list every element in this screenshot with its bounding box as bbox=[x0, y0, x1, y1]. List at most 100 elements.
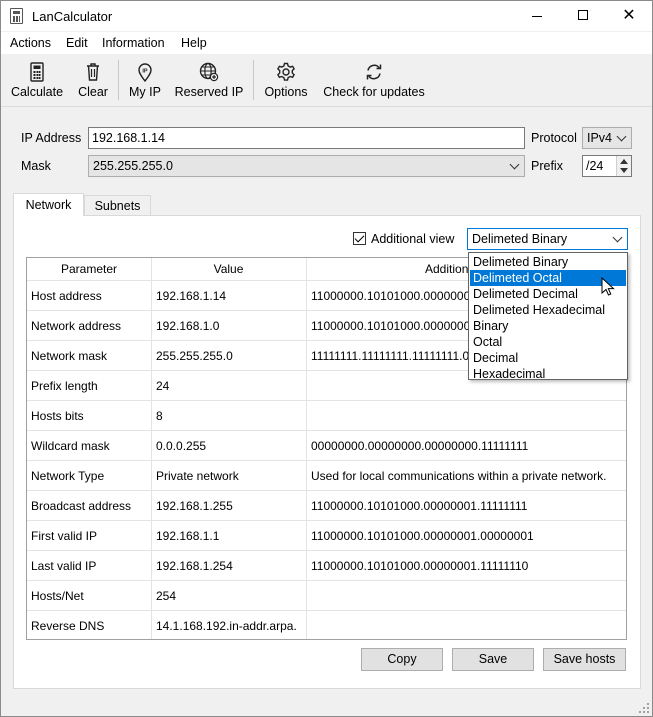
cell-parameter[interactable]: Last valid IP bbox=[31, 559, 96, 573]
additional-view-select[interactable]: Delimeted Binary bbox=[467, 228, 628, 250]
cell-additional[interactable]: 11111111.11111111.11111111.0 bbox=[311, 349, 469, 363]
tab-subnets[interactable]: Subnets bbox=[84, 195, 151, 216]
cell-parameter[interactable]: Reverse DNS bbox=[31, 619, 104, 633]
app-window: LanCalculator ✕ Actions Edit Information… bbox=[0, 0, 653, 717]
resize-grip-icon[interactable] bbox=[639, 703, 649, 713]
toolbar-separator bbox=[253, 60, 254, 100]
additional-view-value: Delimeted Binary bbox=[472, 232, 568, 246]
cell-additional[interactable]: 11000000.10101000.00000001.11111111 bbox=[311, 499, 527, 513]
cell-parameter[interactable]: Host address bbox=[31, 289, 102, 303]
prefix-value: /24 bbox=[586, 159, 604, 173]
tab-network[interactable]: Network bbox=[13, 193, 84, 216]
svg-text:IP: IP bbox=[142, 69, 148, 75]
maximize-icon bbox=[578, 10, 588, 20]
chevron-down-icon bbox=[509, 159, 520, 170]
row-divider bbox=[27, 490, 626, 491]
ip-address-label: IP Address bbox=[21, 131, 82, 145]
dropdown-option[interactable]: Octal bbox=[470, 334, 626, 350]
save-hosts-button[interactable]: Save hosts bbox=[543, 648, 626, 671]
clear-button[interactable]: Clear bbox=[73, 57, 113, 103]
cell-additional[interactable]: 11000000.10101000.00000001.0 bbox=[311, 289, 487, 303]
spin-up-icon[interactable] bbox=[620, 159, 628, 164]
trash-icon bbox=[87, 63, 99, 81]
cell-value[interactable]: 254 bbox=[156, 589, 176, 603]
reserved-ip-label: Reserved IP bbox=[174, 85, 244, 99]
cell-parameter[interactable]: Wildcard mask bbox=[31, 439, 110, 453]
clear-label: Clear bbox=[78, 85, 108, 99]
cell-additional[interactable]: 11000000.10101000.00000001.0 bbox=[311, 319, 487, 333]
menu-edit[interactable]: Edit bbox=[66, 36, 88, 50]
cell-additional[interactable]: 11000000.10101000.00000001.11111110 bbox=[311, 559, 528, 573]
cell-parameter[interactable]: Network Type bbox=[31, 469, 104, 483]
mouse-cursor-icon bbox=[601, 277, 615, 296]
ip-address-input[interactable]: 192.168.1.14 bbox=[88, 127, 525, 149]
maximize-button[interactable] bbox=[560, 1, 606, 31]
cell-parameter[interactable]: Prefix length bbox=[31, 379, 98, 393]
window-title: LanCalculator bbox=[32, 9, 113, 24]
menu-information[interactable]: Information bbox=[102, 36, 165, 50]
dropdown-option[interactable]: Delimeted Hexadecimal bbox=[470, 302, 626, 318]
cell-value[interactable]: 192.168.1.1 bbox=[156, 529, 219, 543]
protocol-select[interactable]: IPv4 bbox=[582, 127, 632, 149]
chevron-down-icon bbox=[612, 232, 623, 243]
column-divider bbox=[306, 258, 307, 639]
column-header-parameter[interactable]: Parameter bbox=[27, 262, 151, 276]
row-divider bbox=[27, 520, 626, 521]
location-pin-icon: IP bbox=[138, 63, 152, 83]
minimize-icon bbox=[532, 16, 542, 17]
row-divider bbox=[27, 580, 626, 581]
cell-value[interactable]: 255.255.255.0 bbox=[156, 349, 233, 363]
toolbar-separator bbox=[118, 60, 119, 100]
calculator-app-icon bbox=[10, 8, 23, 24]
close-button[interactable]: ✕ bbox=[606, 1, 652, 31]
row-divider bbox=[27, 430, 626, 431]
my-ip-button[interactable]: IP My IP bbox=[124, 57, 166, 103]
cell-value[interactable]: 8 bbox=[156, 409, 163, 423]
cell-additional[interactable]: 11000000.10101000.00000001.00000001 bbox=[311, 529, 534, 543]
cell-additional[interactable]: 00000000.00000000.00000000.11111111 bbox=[311, 439, 528, 453]
spin-down-icon[interactable] bbox=[620, 168, 628, 173]
additional-view-checkbox[interactable] bbox=[353, 232, 366, 245]
dropdown-option[interactable]: Decimal bbox=[470, 350, 626, 366]
cell-value[interactable]: 14.1.168.192.in-addr.arpa. bbox=[156, 619, 297, 633]
cell-parameter[interactable]: First valid IP bbox=[31, 529, 97, 543]
chevron-down-icon bbox=[616, 131, 627, 142]
minimize-button[interactable] bbox=[514, 1, 560, 31]
cell-parameter[interactable]: Broadcast address bbox=[31, 499, 131, 513]
calculate-label: Calculate bbox=[10, 85, 64, 99]
dropdown-option[interactable]: Delimeted Binary bbox=[470, 254, 626, 270]
menu-actions[interactable]: Actions bbox=[10, 36, 51, 50]
cell-additional[interactable]: Used for local communications within a p… bbox=[311, 469, 606, 483]
additional-view-dropdown-list: Delimeted Binary Delimeted Octal Delimeted… bbox=[468, 252, 628, 382]
refresh-icon bbox=[366, 64, 382, 80]
mask-select[interactable]: 255.255.255.0 bbox=[88, 155, 525, 177]
cell-value[interactable]: 192.168.1.14 bbox=[156, 289, 226, 303]
spin-buttons[interactable] bbox=[616, 156, 631, 176]
dropdown-option[interactable]: Binary bbox=[470, 318, 626, 334]
prefix-spinbox[interactable]: /24 bbox=[582, 155, 632, 177]
check-updates-button[interactable]: Check for updates bbox=[319, 57, 429, 103]
cell-parameter[interactable]: Network mask bbox=[31, 349, 107, 363]
options-button[interactable]: Options bbox=[260, 57, 312, 103]
reserved-ip-button[interactable]: Reserved IP bbox=[172, 57, 246, 103]
menu-help[interactable]: Help bbox=[181, 36, 207, 50]
cell-value[interactable]: 0.0.0.255 bbox=[156, 439, 206, 453]
cell-value[interactable]: Private network bbox=[156, 469, 239, 483]
cell-value[interactable]: 192.168.1.255 bbox=[156, 499, 233, 513]
close-icon: ✕ bbox=[622, 7, 636, 24]
calculate-button[interactable]: Calculate bbox=[7, 57, 67, 103]
cell-value[interactable]: 192.168.1.0 bbox=[156, 319, 219, 333]
cell-parameter[interactable]: Hosts bits bbox=[31, 409, 84, 423]
menu-bar: Actions Edit Information Help bbox=[1, 32, 652, 54]
dropdown-option[interactable]: Hexadecimal bbox=[470, 366, 626, 382]
cell-value[interactable]: 192.168.1.254 bbox=[156, 559, 233, 573]
row-divider bbox=[27, 460, 626, 461]
cell-parameter[interactable]: Network address bbox=[31, 319, 121, 333]
column-header-value[interactable]: Value bbox=[151, 262, 306, 276]
cell-parameter[interactable]: Hosts/Net bbox=[31, 589, 84, 603]
save-button[interactable]: Save bbox=[452, 648, 534, 671]
copy-button[interactable]: Copy bbox=[361, 648, 443, 671]
cell-value[interactable]: 24 bbox=[156, 379, 169, 393]
toolbar: Calculate Clear IP My IP Reserved IP Opt… bbox=[1, 54, 652, 107]
prefix-label: Prefix bbox=[531, 159, 563, 173]
